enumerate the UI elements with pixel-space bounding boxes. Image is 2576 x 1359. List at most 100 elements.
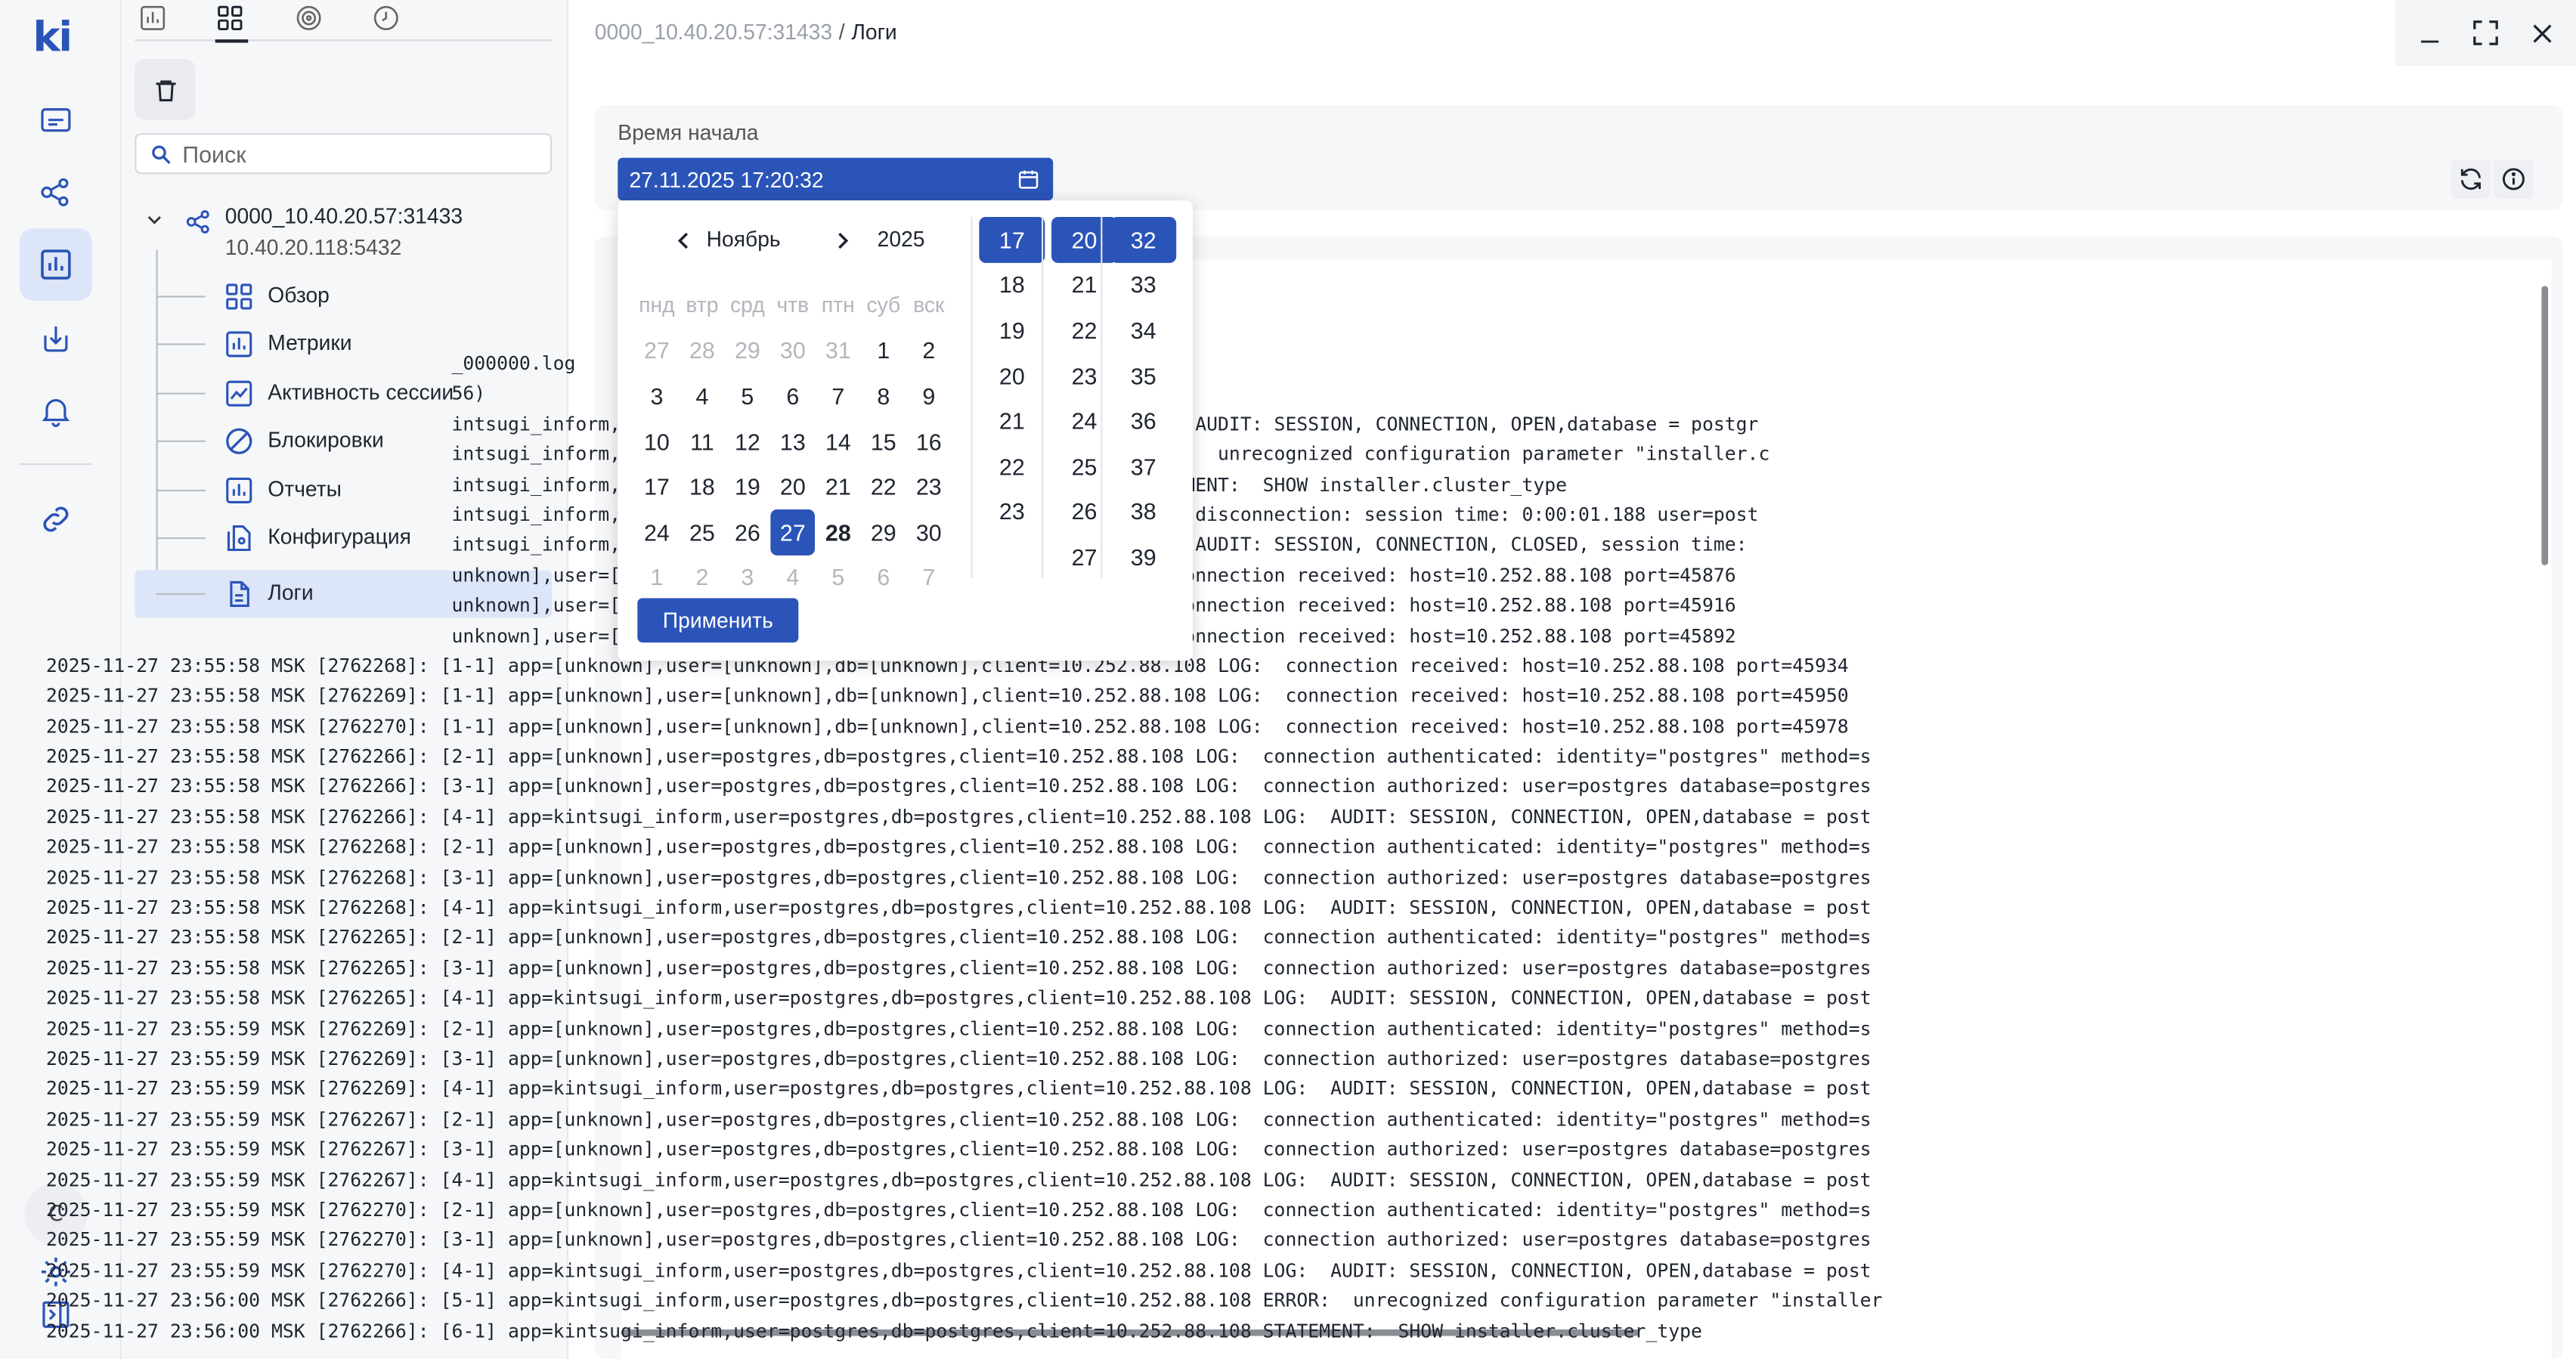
calendar-day[interactable]: 5 [725,373,770,419]
apply-button[interactable]: Применить [637,598,799,643]
calendar-year[interactable]: 2025 [878,227,925,252]
calendar-day[interactable]: 9 [906,373,952,419]
hour-option[interactable]: 21 [979,398,1045,444]
weekday-label: пнд [639,293,675,318]
calendar-day[interactable]: 13 [770,419,816,464]
second-option[interactable]: 37 [1110,444,1176,489]
next-month-button[interactable] [828,227,854,253]
second-option[interactable]: 38 [1110,489,1176,534]
calendar-day[interactable]: 6 [770,373,816,419]
log-line: 2025-11-27 23:55:58 MSK [2762265]: [2-1]… [45,925,1872,949]
calendar-day[interactable]: 23 [906,464,952,509]
second-option[interactable]: 36 [1110,398,1176,444]
hour-option[interactable]: 23 [979,489,1045,534]
rail-clusters-button[interactable] [20,156,92,229]
delete-button[interactable] [135,59,196,120]
info-button[interactable] [2494,159,2534,200]
hour-option[interactable]: 20 [979,353,1045,398]
search-field[interactable] [135,133,553,175]
calendar-day[interactable]: 18 [680,464,725,509]
tab-history[interactable] [368,0,404,36]
vertical-scrollbar[interactable] [2541,286,2549,565]
calendar-day[interactable]: 24 [634,509,680,555]
calendar-day[interactable]: 1 [634,555,680,600]
log-line: 2025-11-27 23:55:58 MSK [2762268]: [2-1]… [45,834,1872,859]
second-option[interactable]: 39 [1110,534,1176,580]
calendar-day[interactable]: 1 [861,328,906,373]
log-line: 2025-11-27 23:55:58 MSK [2762266]: [3-1]… [45,775,1872,798]
calendar-day[interactable]: 16 [906,419,952,464]
calendar-day[interactable]: 22 [861,464,906,509]
calendar-day[interactable]: 21 [816,464,861,509]
calendar-day[interactable]: 4 [680,373,725,419]
minimize-button[interactable] [2412,15,2448,51]
tab-metrics[interactable] [135,0,171,36]
minute-option[interactable]: 27 [1051,534,1117,580]
hour-option[interactable]: 19 [979,308,1045,353]
calendar-day[interactable]: 25 [680,509,725,555]
calendar-day[interactable]: 3 [634,373,680,419]
calendar-day[interactable]: 28 [816,509,861,555]
seconds-column: 32 33 34 35 36 37 38 39 [1110,216,1177,580]
calendar-day[interactable]: 12 [725,419,770,464]
close-icon [2532,23,2551,42]
calendar-grid: пнд втр срд чтв птн суб вск 27 28 29 30 31 1 2 3 4 5 6 7 8 9… [634,283,973,600]
close-button[interactable] [2523,15,2559,51]
prev-month-button[interactable] [670,227,697,253]
calendar-day[interactable]: 20 [770,464,816,509]
start-time-input[interactable]: 27.11.2025 17:20:32 [618,157,1054,201]
minute-option[interactable]: 22 [1051,308,1117,353]
breadcrumb-host[interactable]: 0000_10.40.20.57:31433 [595,20,832,45]
calendar-icon[interactable] [1017,168,1039,190]
calendar-day[interactable]: 2 [906,328,952,373]
calendar-day[interactable]: 14 [816,419,861,464]
calendar-day[interactable]: 29 [725,328,770,373]
tab-targets[interactable] [291,0,327,36]
rail-monitoring-button[interactable] [20,228,92,301]
calendar-day[interactable]: 3 [725,555,770,600]
calendar-day[interactable]: 29 [861,509,906,555]
calendar-day[interactable]: 27 [769,509,816,555]
tab-overview[interactable] [212,0,249,43]
log-line: 2025-11-27 23:55:59 MSK [2762269]: [4-1]… [45,1076,1872,1101]
calendar-day[interactable]: 4 [770,555,816,600]
hour-option[interactable]: 18 [979,262,1045,308]
calendar-day[interactable]: 28 [680,328,725,373]
calendar-day[interactable]: 26 [725,509,770,555]
hour-option[interactable]: 17 [979,216,1045,262]
refresh-button[interactable] [2451,159,2491,200]
minute-option[interactable]: 25 [1051,444,1117,489]
calendar-day[interactable]: 7 [816,373,861,419]
calendar-day[interactable]: 5 [816,555,861,600]
minute-option[interactable]: 24 [1051,398,1117,444]
minute-option[interactable]: 26 [1051,489,1117,534]
calendar-day[interactable]: 19 [725,464,770,509]
rail-dashboard-button[interactable] [20,84,92,156]
second-option[interactable]: 35 [1110,353,1176,398]
second-option[interactable]: 33 [1110,262,1176,308]
second-option[interactable]: 34 [1110,308,1176,353]
search-input[interactable] [182,140,544,167]
calendar-day[interactable]: 8 [861,373,906,419]
minute-option[interactable]: 21 [1051,262,1117,308]
calendar-day[interactable]: 30 [770,328,816,373]
calendar-day[interactable]: 31 [816,328,861,373]
minute-option[interactable]: 23 [1051,353,1117,398]
calendar-day[interactable]: 30 [906,509,952,555]
calendar-day[interactable]: 27 [634,328,680,373]
calendar-day[interactable]: 7 [906,555,952,600]
calendar-day[interactable]: 2 [680,555,725,600]
calendar-day[interactable]: 15 [861,419,906,464]
calendar-day[interactable]: 6 [861,555,906,600]
bar-chart-icon [41,249,71,280]
second-option[interactable]: 32 [1110,216,1177,262]
calendar-day[interactable]: 10 [634,419,680,464]
minute-option[interactable]: 20 [1051,216,1117,262]
chevron-down-icon[interactable] [144,210,164,230]
maximize-button[interactable] [2468,15,2504,51]
sidebar-item-overview[interactable]: Обзор [135,273,552,320]
calendar-month[interactable]: Ноябрь [707,227,781,252]
calendar-day[interactable]: 17 [634,464,680,509]
calendar-day[interactable]: 11 [680,419,725,464]
hour-option[interactable]: 22 [979,444,1045,489]
